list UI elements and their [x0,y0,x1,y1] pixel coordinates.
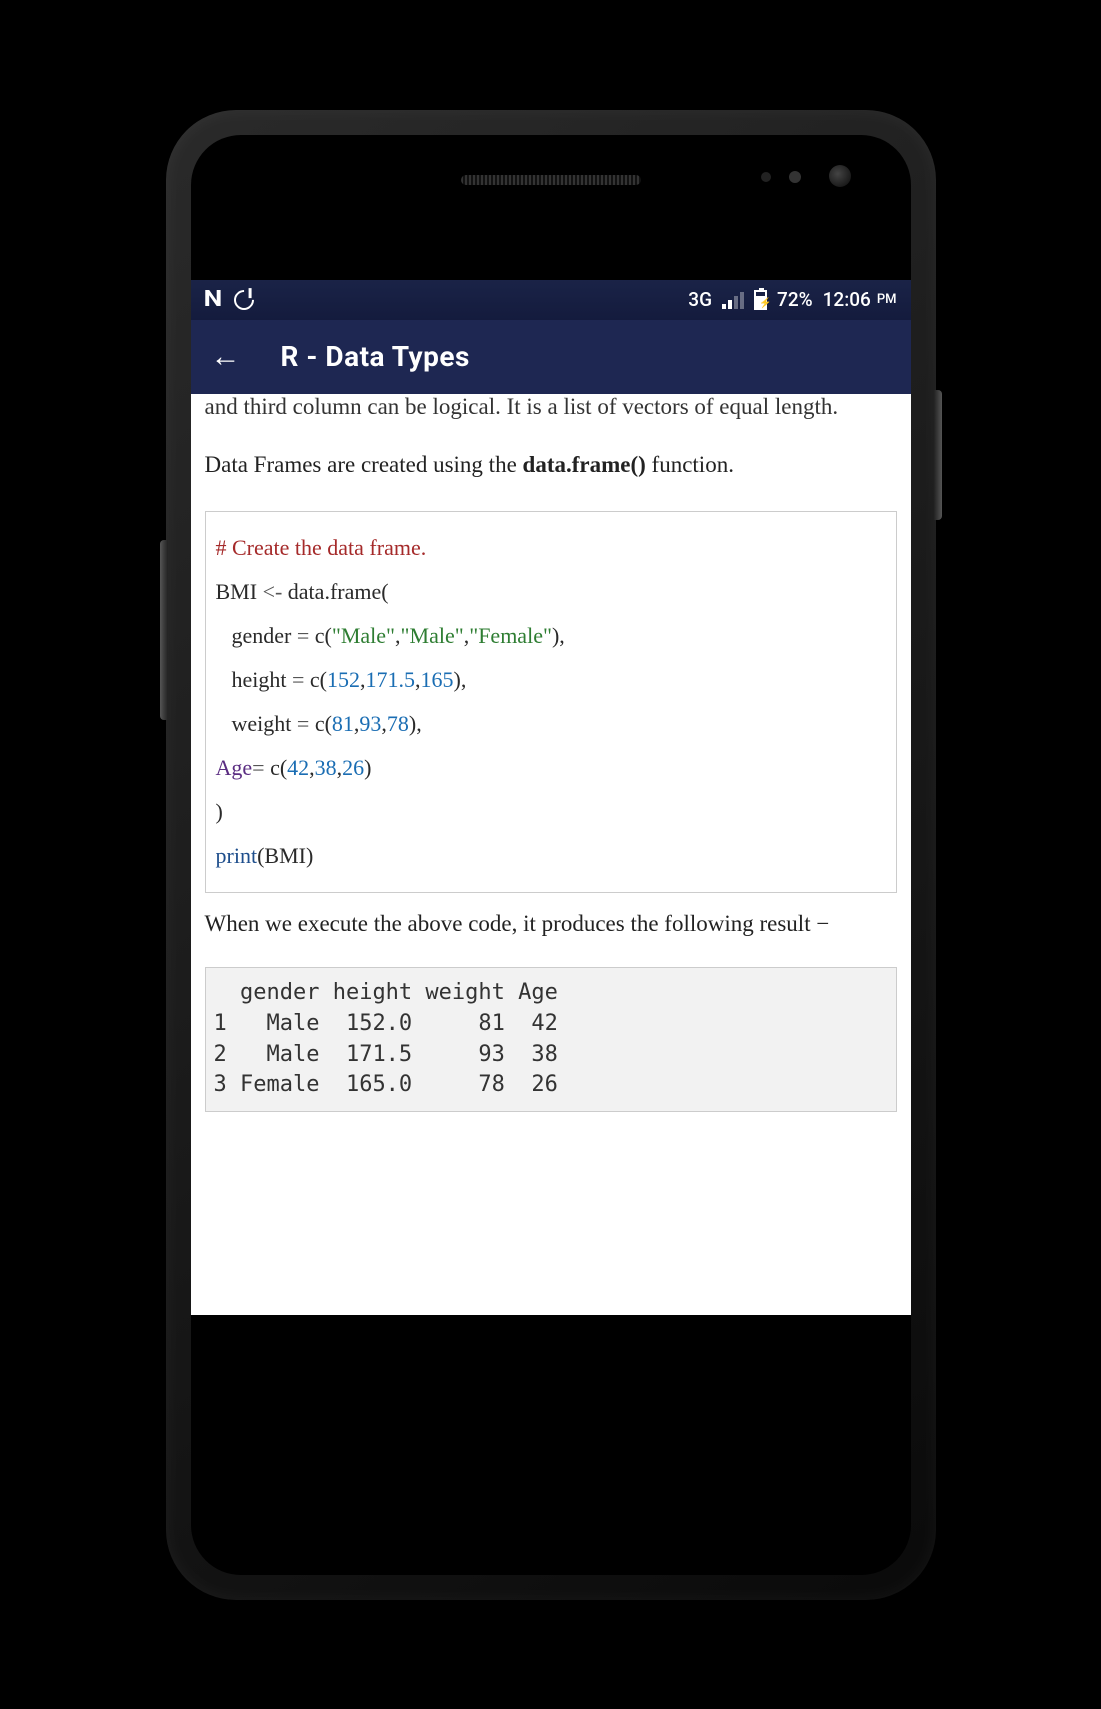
sensor-dot [789,171,801,183]
code-number: 93 [359,711,381,736]
volume-button [160,540,168,720]
back-arrow-icon[interactable]: ← [211,339,241,374]
power-cycle-icon [230,285,258,313]
code-operator: = [297,711,309,736]
clock-time: 12:06 [823,288,871,311]
code-number: 81 [332,711,354,736]
code-text: c( [309,623,332,648]
output-block: gender height weight Age 1 Male 152.0 81… [205,967,897,1112]
code-operator: <- [263,579,283,604]
result-description: When we execute the above code, it produ… [205,907,897,942]
para-text: Data Frames are created using the [205,452,523,477]
code-text: ) [216,799,223,824]
content-area[interactable]: and third column can be logical. It is a… [191,394,911,1315]
code-block: # Create the data frame. BMI <- data.fra… [205,511,897,893]
code-number: 171.5 [366,667,416,692]
battery-percent: 72% [777,288,813,311]
app-bar: ← R - Data Types [191,320,911,394]
code-text: BMI [216,579,263,604]
code-text: data.frame( [282,579,388,604]
code-text: ), [552,623,565,648]
code-text: c( [265,755,288,780]
code-text: gender [232,623,297,648]
code-variable: Age [216,755,253,780]
code-number: 152 [327,667,360,692]
code-operator: = [292,667,304,692]
page-title: R - Data Types [281,340,470,373]
code-text: ), [409,711,422,736]
signal-icon [722,291,744,309]
network-label: 3G [688,288,712,311]
speaker-grille [461,175,641,185]
code-operator: = [297,623,309,648]
function-name-bold: data.frame() [523,452,646,477]
clock-ampm: PM [877,292,897,307]
code-number: 26 [342,755,364,780]
code-number: 38 [315,755,337,780]
code-function: print [216,843,258,868]
code-operator: = [252,755,264,780]
power-button [934,390,942,520]
code-text: c( [309,711,332,736]
code-text: weight [232,711,297,736]
code-number: 78 [387,711,409,736]
code-text: (BMI) [257,843,313,868]
code-number: 42 [287,755,309,780]
android-n-icon: N [203,287,219,312]
battery-icon: ⚡ [754,290,767,310]
status-left: N [205,287,255,312]
code-string: "Male" [332,623,395,648]
code-text: ) [364,755,371,780]
phone-bezel: N 3G ⚡ 72% 12:06 PM ← R - Data Types and… [191,135,911,1575]
paragraph-dataframe-intro: Data Frames are created using the data.f… [205,448,897,483]
code-string: "Male" [401,623,464,648]
front-camera [829,165,851,187]
code-text: height [232,667,293,692]
screen: N 3G ⚡ 72% 12:06 PM ← R - Data Types and… [191,280,911,1315]
code-string: "Female" [469,623,552,648]
code-text: c( [304,667,327,692]
code-comment: # Create the data frame. [216,535,427,560]
status-bar: N 3G ⚡ 72% 12:06 PM [191,280,911,320]
code-number: 165 [421,667,454,692]
sensor-cluster [761,171,801,183]
status-right: 3G ⚡ 72% 12:06 PM [688,288,896,311]
code-text: ), [454,667,467,692]
phone-frame: N 3G ⚡ 72% 12:06 PM ← R - Data Types and… [166,110,936,1600]
sensor-dot [761,172,771,182]
intro-text-partial: and third column can be logical. It is a… [205,394,897,425]
para-text: function. [646,452,734,477]
